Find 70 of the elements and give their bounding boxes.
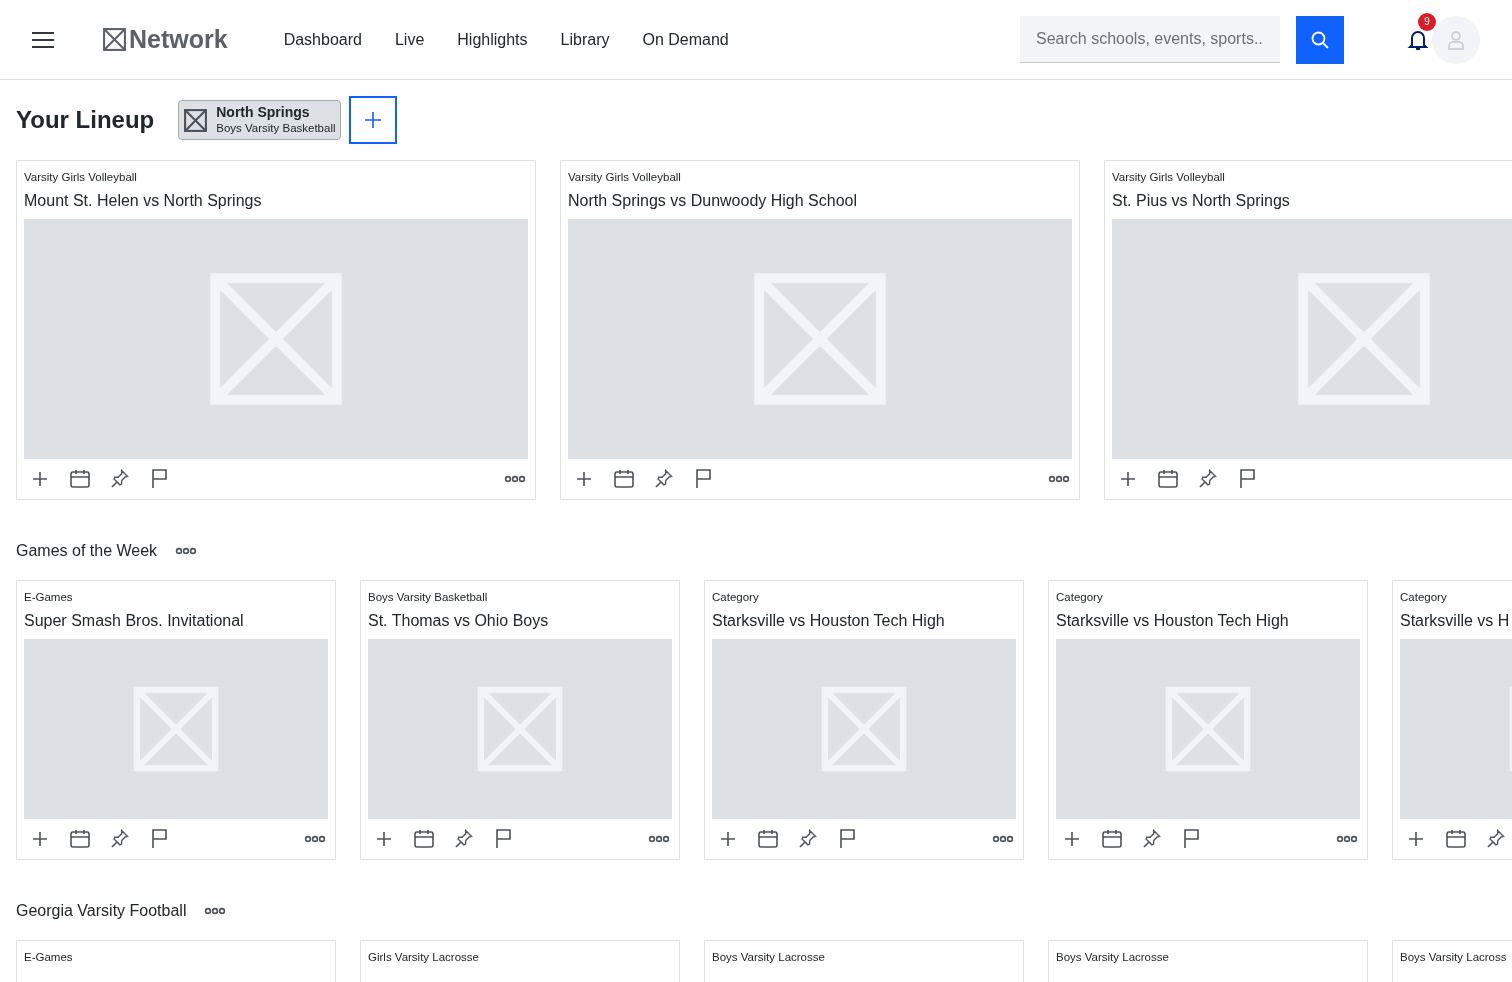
more-icon[interactable] [648,835,670,843]
plus-icon [363,111,382,129]
card-category: E-Games [24,590,74,605]
event-card[interactable]: Boys Varsity Basketball St. Thomas vs Ohio Boys [360,580,680,860]
notification-badge: 9 [1418,12,1436,31]
search-icon [1310,29,1330,50]
nav-link[interactable]: Library [560,30,610,49]
card-category: Category [712,590,760,605]
event-card[interactable]: Category Starksville vs H [1392,580,1512,860]
search-field[interactable]: Search schools, events, sports... [1020,16,1280,63]
calendar-icon[interactable] [412,827,436,851]
calendar-icon[interactable] [68,827,92,851]
calendar-icon[interactable] [1444,827,1468,851]
more-icon[interactable] [304,835,326,843]
event-card[interactable]: Varsity Girls Volleyball St. Pius vs North Springs [1104,160,1512,500]
user-icon [1446,29,1466,50]
event-card[interactable]: Girls Varsity Lacrosse [360,940,680,982]
card-category: Varsity Girls Volleyball [24,170,138,185]
nav-link[interactable]: Live [394,30,425,49]
card-category: Category [1400,590,1448,605]
card-title: Starksville vs H [1400,611,1511,631]
more-icon[interactable] [504,475,526,483]
event-card[interactable]: Boys Varsity Lacrosse [1048,940,1368,982]
card-title: Starksville vs Houston Tech High [1056,611,1290,631]
more-icon[interactable] [175,547,198,555]
card-category: Boys Varsity Lacross [1400,950,1508,965]
event-card[interactable]: E-Games Super Smash Bros. Invitational [16,580,336,860]
nav-link[interactable]: Dashboard [283,30,362,49]
event-card[interactable]: Category Starksville vs Houston Tech High [1048,580,1368,860]
event-card[interactable]: Varsity Girls Volleyball Mount St. Helen vs North Springs [16,160,536,500]
card-category: Category [1056,590,1104,605]
event-card[interactable]: Boys Varsity Lacrosse [704,940,1024,982]
section-title: Your Lineup [16,106,155,134]
calendar-icon[interactable] [756,827,780,851]
card-title: St. Thomas vs Ohio Boys [368,611,550,631]
card-title: St. Pius vs North Springs [1112,191,1291,211]
card-title: Starksville vs Houston Tech High [712,611,946,631]
logo-text[interactable]: Network [129,25,228,54]
calendar-icon[interactable] [1100,827,1124,851]
event-card[interactable]: Boys Varsity Lacross [1392,940,1512,982]
more-icon[interactable] [1048,475,1070,483]
card-category: Boys Varsity Basketball [368,590,489,605]
calendar-icon[interactable] [68,467,92,491]
more-icon[interactable] [1336,835,1358,843]
card-category: Boys Varsity Lacrosse [1056,950,1170,965]
event-card[interactable]: E-Games [16,940,336,982]
nav-link[interactable]: Highlights [457,30,528,49]
logo-icon [102,27,127,52]
section-title: Games of the Week [16,542,158,560]
search-button[interactable] [1296,15,1344,64]
nav-link[interactable]: On Demand [642,30,729,49]
menu-icon[interactable] [32,30,54,49]
card-title: Mount St. Helen vs North Springs [24,191,263,211]
card-category: Varsity Girls Volleyball [1112,170,1226,185]
card-category: E-Games [24,950,74,965]
team-logo-icon [183,107,209,133]
more-icon[interactable] [992,835,1014,843]
section-title: Georgia Varsity Football [16,902,187,920]
calendar-icon[interactable] [612,467,636,491]
card-category: Girls Varsity Lacrosse [368,950,480,965]
event-card[interactable]: Varsity Girls Volleyball North Springs vs Dunwoody High School [560,160,1080,500]
card-title: North Springs vs Dunwoody High School [568,191,859,211]
calendar-icon[interactable] [1156,467,1180,491]
team-chip[interactable]: North Springs Boys Varsity Basketball [178,100,341,140]
more-icon[interactable] [204,907,227,915]
card-category: Varsity Girls Volleyball [568,170,682,185]
add-button[interactable] [348,96,397,144]
card-category: Boys Varsity Lacrosse [712,950,826,965]
card-title: Super Smash Bros. Invitational [24,611,245,631]
event-card[interactable]: Category Starksville vs Houston Tech High [704,580,1024,860]
